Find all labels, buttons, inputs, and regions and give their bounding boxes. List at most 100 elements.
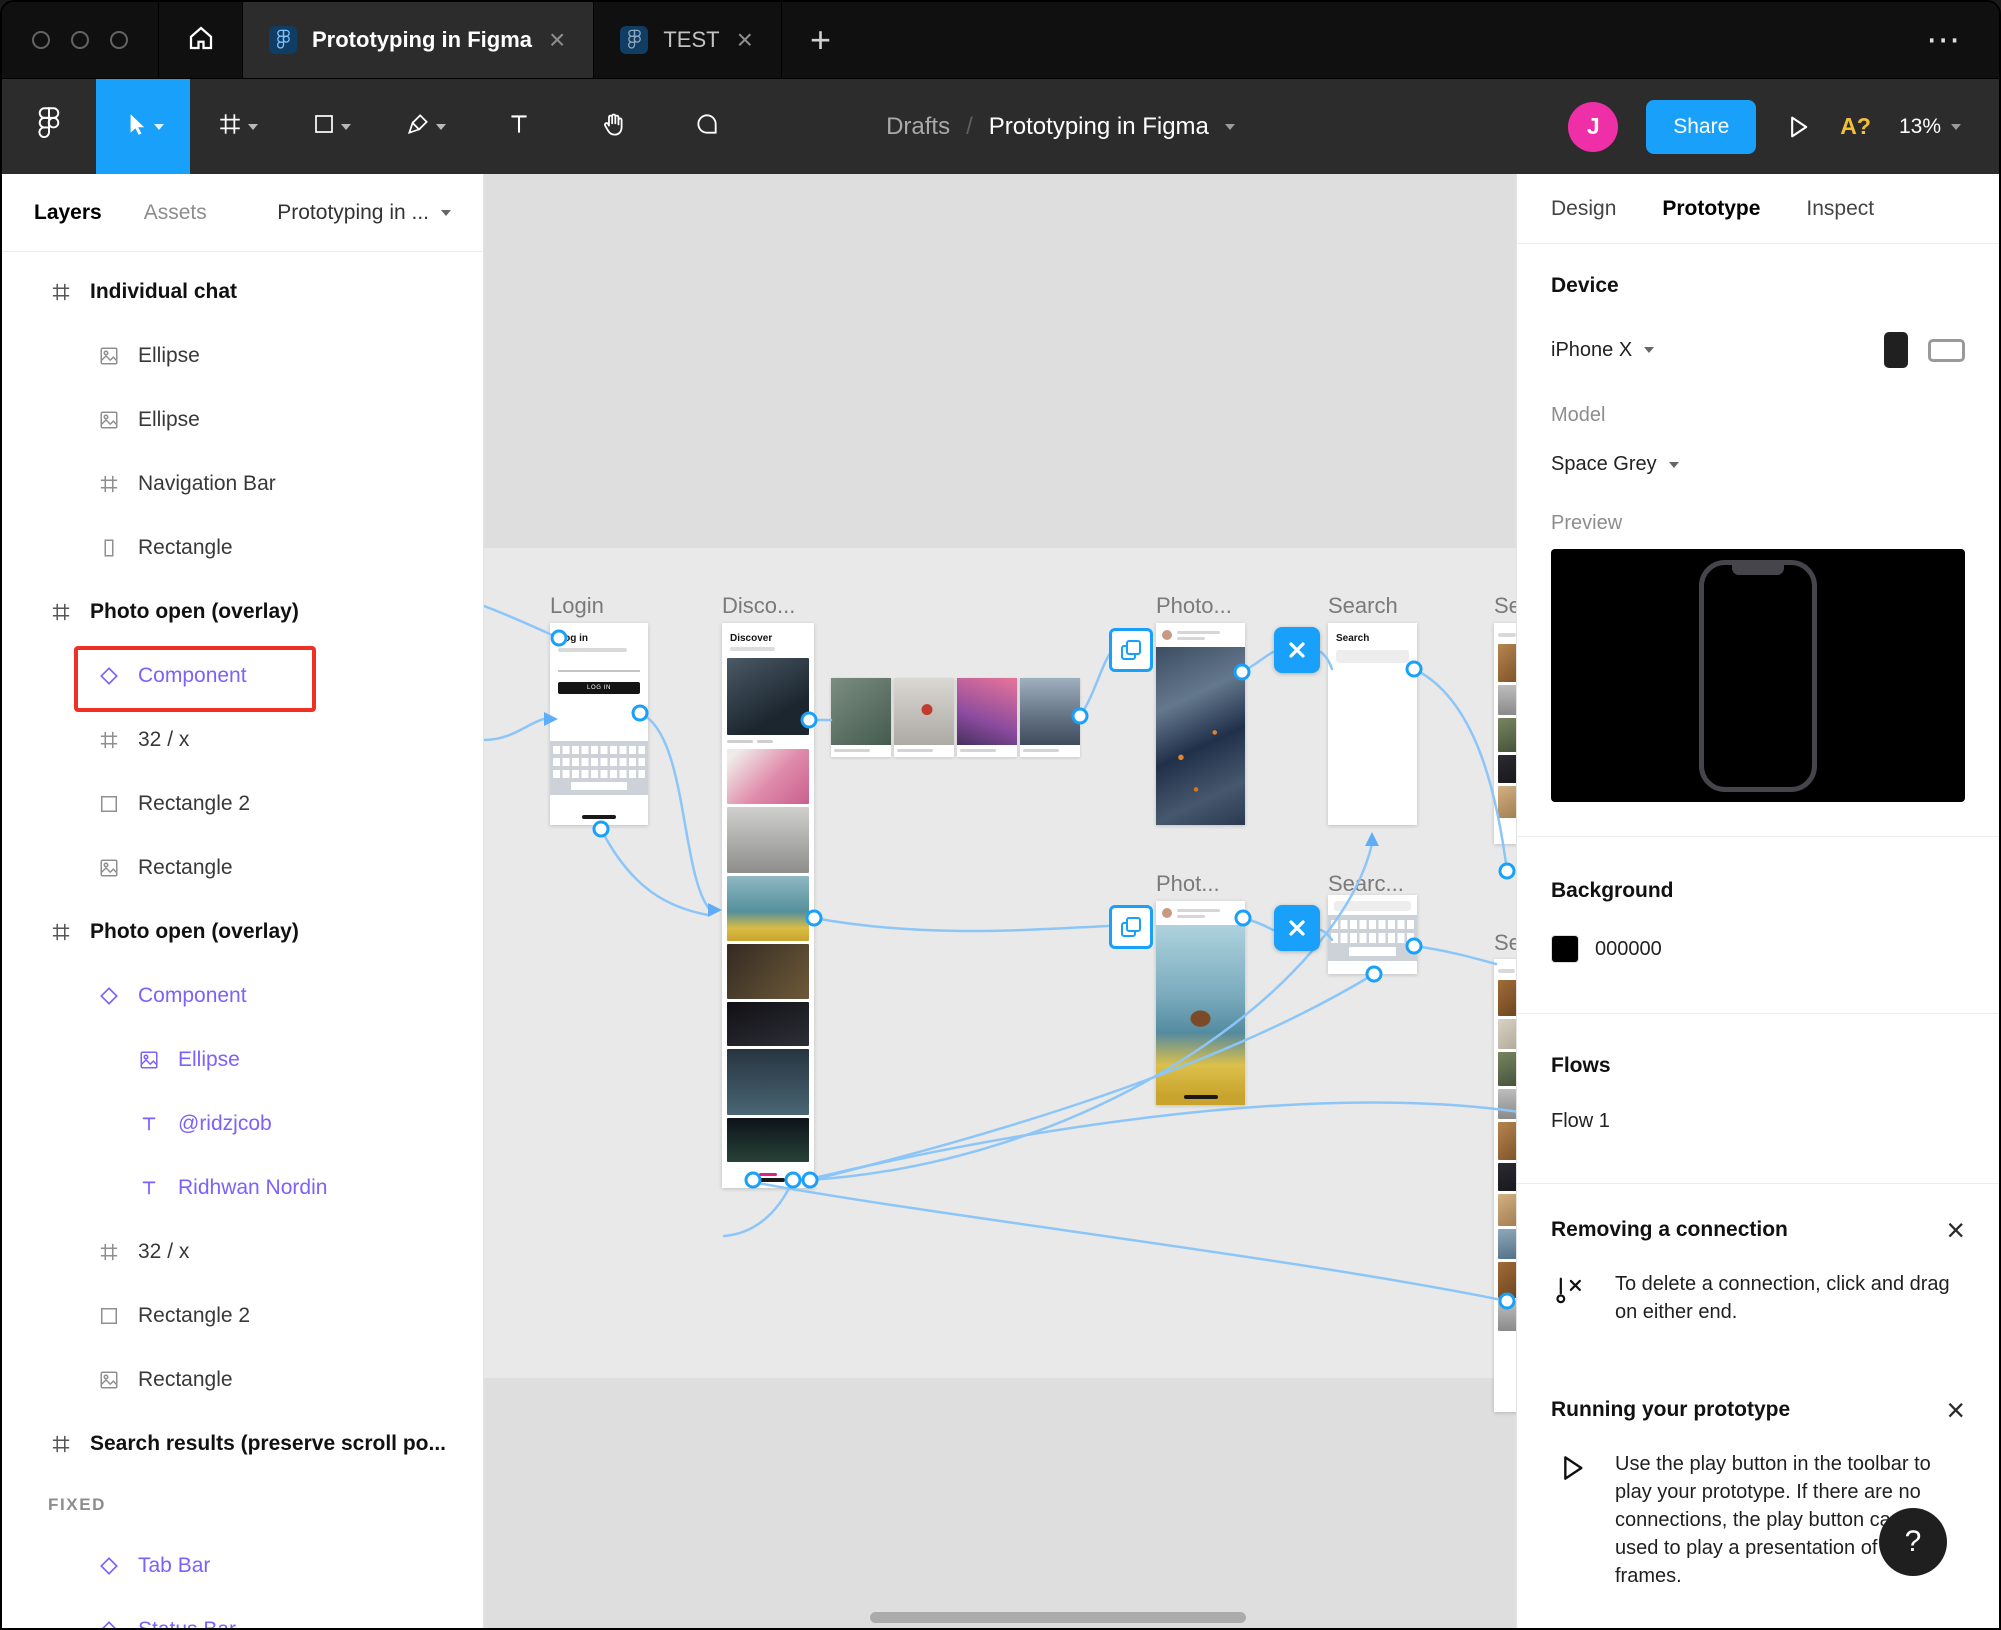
close-tab-icon[interactable]: × [547, 26, 567, 54]
layer-row[interactable]: Ellipse [2, 324, 483, 388]
open-overlay-icon[interactable] [1109, 905, 1153, 949]
close-overlay-button[interactable] [1274, 905, 1320, 951]
layer-row[interactable]: Tab Bar [2, 1534, 483, 1598]
frame-label-photo-open-2[interactable]: Phot... [1156, 871, 1220, 897]
layer-row[interactable]: Rectangle [2, 516, 483, 580]
breadcrumb-project[interactable]: Drafts [886, 113, 950, 141]
layer-row[interactable]: Ellipse [2, 1028, 483, 1092]
layer-row[interactable]: Component [2, 644, 483, 712]
open-overlay-icon[interactable] [1109, 628, 1153, 672]
frame-login[interactable]: Log in LOG IN [550, 623, 648, 825]
more-menu-button[interactable]: ⋯ [1890, 2, 1999, 78]
close-icon[interactable]: × [1946, 1214, 1965, 1246]
frame-photo-open[interactable] [1156, 623, 1245, 825]
remove-connection-icon [1551, 1270, 1593, 1326]
frame-discover[interactable]: Discover [722, 623, 814, 1188]
layer-row[interactable]: Rectangle 2 [2, 1284, 483, 1348]
frame-label-search-keyboard[interactable]: Searc... [1328, 871, 1404, 897]
device-select[interactable]: iPhone X [1551, 332, 1965, 368]
chevron-down-icon[interactable] [1224, 123, 1235, 130]
frame-label-search-results[interactable]: Se... [1494, 593, 1516, 619]
avatar [1162, 630, 1172, 640]
comment-tool[interactable] [660, 79, 754, 174]
layer-row[interactable]: Status Bar [2, 1598, 483, 1628]
hand-icon [600, 111, 627, 143]
pen-tool[interactable] [378, 79, 472, 174]
zoom-window-button[interactable] [110, 31, 128, 49]
zoom-control[interactable]: 13% [1899, 115, 1961, 139]
help-button[interactable]: ? [1879, 1508, 1947, 1576]
frame-label-search-results-2[interactable]: Se... [1494, 930, 1516, 956]
move-tool[interactable] [96, 79, 190, 174]
close-window-button[interactable] [32, 31, 50, 49]
home-button[interactable] [159, 2, 243, 78]
layer-row[interactable]: Navigation Bar [2, 452, 483, 516]
main-menu-button[interactable] [2, 79, 96, 174]
tab-inspect[interactable]: Inspect [1806, 197, 1874, 221]
tab-prototype[interactable]: Prototype [1662, 197, 1760, 221]
home-indicator [751, 1178, 785, 1182]
layer-row[interactable]: @ridzjcob [2, 1092, 483, 1156]
tab-layers[interactable]: Layers [34, 201, 102, 225]
layer-row[interactable]: Ridhwan Nordin [2, 1156, 483, 1220]
layer-row[interactable]: 32 / x [2, 1220, 483, 1284]
present-button[interactable] [1784, 113, 1812, 141]
frame-tool[interactable] [190, 79, 284, 174]
home-indicator [1183, 1095, 1218, 1099]
close-icon[interactable]: × [1946, 1394, 1965, 1426]
layer-row[interactable]: 32 / x [2, 708, 483, 772]
new-tab-button[interactable]: + [782, 2, 859, 78]
tab-design[interactable]: Design [1551, 197, 1616, 221]
frame-search-results[interactable] [1494, 623, 1516, 844]
file-tab-active[interactable]: Prototyping in Figma × [243, 2, 595, 78]
layer-row[interactable]: Rectangle 2 [2, 772, 483, 836]
close-overlay-button[interactable] [1274, 627, 1320, 673]
frame-label-search[interactable]: Search [1328, 593, 1398, 619]
frame-icon [96, 727, 122, 753]
text-tool[interactable] [472, 79, 566, 174]
photo-thumbnail [1498, 1194, 1516, 1226]
minimize-window-button[interactable] [71, 31, 89, 49]
color-swatch[interactable] [1551, 935, 1579, 963]
frame-label-photo-open[interactable]: Photo... [1156, 593, 1232, 619]
hand-tool[interactable] [566, 79, 660, 174]
frame-photo-strip[interactable] [831, 678, 1080, 757]
layer-row[interactable]: Rectangle [2, 836, 483, 900]
missing-fonts-badge[interactable]: A? [1840, 113, 1871, 140]
photo-thumbnail [1498, 685, 1516, 715]
breadcrumb-file[interactable]: Prototyping in Figma [989, 113, 1209, 141]
frame-search-keyboard[interactable] [1328, 895, 1417, 974]
horizontal-scrollbar[interactable] [870, 1612, 1246, 1623]
avatar[interactable]: J [1568, 101, 1619, 152]
canvas[interactable]: Login Disco... Photo... Search Se... Pho… [484, 174, 1516, 1628]
page-selector[interactable]: Prototyping in ... [277, 201, 451, 225]
background-color-row[interactable]: 000000 [1551, 935, 1965, 963]
login-email-placeholder [558, 648, 627, 652]
frame-label-login[interactable]: Login [550, 593, 604, 619]
rect-icon [96, 1303, 122, 1329]
share-button[interactable]: Share [1646, 99, 1757, 154]
model-select[interactable]: Space Grey [1551, 453, 1965, 476]
login-submit-button: LOG IN [558, 682, 640, 694]
frame-search[interactable]: Search [1328, 623, 1417, 825]
layer-row[interactable]: Photo open (overlay) [2, 580, 483, 644]
portrait-orientation-button[interactable] [1884, 332, 1908, 368]
shape-tool[interactable] [284, 79, 378, 174]
layer-row[interactable]: Component [2, 964, 483, 1028]
background-header: Background [1551, 879, 1674, 902]
layer-row[interactable]: Individual chat [2, 260, 483, 324]
layer-row[interactable]: Ellipse [2, 388, 483, 452]
close-tab-icon[interactable]: × [735, 26, 755, 54]
flow-item[interactable]: Flow 1 [1551, 1110, 1965, 1133]
frame-label-discover[interactable]: Disco... [722, 593, 795, 619]
frame-photo-open-2[interactable] [1156, 901, 1245, 1105]
preview-label: Preview [1551, 512, 1623, 534]
tab-assets[interactable]: Assets [144, 201, 207, 225]
layer-row[interactable]: Rectangle [2, 1348, 483, 1412]
layer-row[interactable]: Photo open (overlay) [2, 900, 483, 964]
layer-row[interactable]: Search results (preserve scroll po... [2, 1412, 483, 1476]
file-tab[interactable]: TEST × [594, 2, 782, 78]
background-hex[interactable]: 000000 [1595, 938, 1662, 961]
landscape-orientation-button[interactable] [1928, 338, 1965, 362]
frame-search-results-2[interactable] [1494, 959, 1516, 1412]
